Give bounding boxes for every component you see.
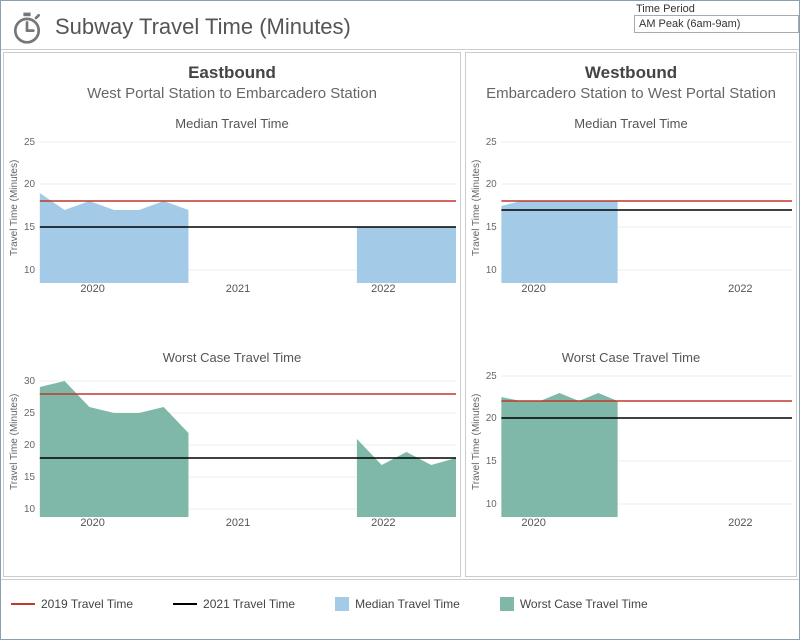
x-axis-ticks: 2020 2021 2022 — [20, 283, 456, 295]
svg-text:10: 10 — [24, 504, 35, 515]
panel-westbound: Westbound Embarcadero Station to West Po… — [465, 52, 797, 577]
time-period-filter: Time Period AM Peak (6am-9am) — [634, 3, 799, 33]
svg-text:15: 15 — [24, 222, 35, 233]
direction-label: Eastbound — [10, 63, 454, 83]
y-axis-label: Travel Time (Minutes) — [470, 367, 482, 517]
svg-text:30: 30 — [24, 376, 35, 387]
svg-text:25: 25 — [486, 371, 497, 382]
svg-text:10: 10 — [24, 265, 35, 276]
header: Subway Travel Time (Minutes) Time Period… — [1, 1, 799, 49]
panel-head-eastbound: Eastbound West Portal Station to Embarca… — [4, 53, 460, 108]
svg-text:15: 15 — [486, 222, 497, 233]
subplot-eastbound-worst: Worst Case Travel Time Travel Time (Minu… — [4, 342, 460, 576]
legend-item-median: Median Travel Time — [335, 597, 460, 611]
legend-item-worst: Worst Case Travel Time — [500, 597, 648, 611]
subplot-title: Median Travel Time — [470, 116, 792, 131]
svg-text:25: 25 — [24, 137, 35, 148]
x-axis-ticks: 2020 2021 2022 — [20, 517, 456, 529]
legend-item-2019: 2019 Travel Time — [11, 597, 133, 611]
svg-text:15: 15 — [486, 456, 497, 467]
direction-label: Westbound — [472, 63, 790, 83]
subplot-westbound-worst: Worst Case Travel Time Travel Time (Minu… — [466, 342, 796, 576]
route-label: Embarcadero Station to West Portal Stati… — [472, 85, 790, 102]
y-axis-label: Travel Time (Minutes) — [8, 367, 20, 517]
subplot-title: Median Travel Time — [8, 116, 456, 131]
x-axis-ticks: 2020 2022 — [482, 517, 792, 529]
legend: 2019 Travel Time 2021 Travel Time Median… — [1, 579, 799, 621]
stopwatch-icon — [9, 9, 45, 45]
subplot-eastbound-median: Median Travel Time Travel Time (Minutes)… — [4, 108, 460, 342]
y-axis-label: Travel Time (Minutes) — [470, 133, 482, 283]
svg-text:10: 10 — [486, 499, 497, 510]
svg-text:20: 20 — [486, 413, 497, 424]
svg-text:10: 10 — [486, 265, 497, 276]
page-title: Subway Travel Time (Minutes) — [55, 14, 351, 40]
x-axis-ticks: 2020 2022 — [482, 283, 792, 295]
legend-item-2021: 2021 Travel Time — [173, 597, 295, 611]
svg-text:20: 20 — [486, 179, 497, 190]
panels-row: Eastbound West Portal Station to Embarca… — [1, 49, 799, 579]
svg-text:25: 25 — [486, 137, 497, 148]
chart-westbound-median: 10 15 20 25 — [482, 133, 792, 283]
subplot-westbound-median: Median Travel Time Travel Time (Minutes)… — [466, 108, 796, 342]
swatch-blue — [335, 597, 349, 611]
time-period-select[interactable]: AM Peak (6am-9am) — [634, 15, 799, 33]
chart-eastbound-median: 10 15 20 25 — [20, 133, 456, 283]
swatch-green — [500, 597, 514, 611]
panel-head-westbound: Westbound Embarcadero Station to West Po… — [466, 53, 796, 108]
subplot-title: Worst Case Travel Time — [8, 350, 456, 365]
subplot-title: Worst Case Travel Time — [470, 350, 792, 365]
time-period-label: Time Period — [634, 3, 799, 15]
route-label: West Portal Station to Embarcadero Stati… — [10, 85, 454, 102]
y-axis-label: Travel Time (Minutes) — [8, 133, 20, 283]
svg-text:20: 20 — [24, 179, 35, 190]
svg-text:20: 20 — [24, 440, 35, 451]
line-swatch-red — [11, 603, 35, 605]
line-swatch-black — [173, 603, 197, 605]
panel-eastbound: Eastbound West Portal Station to Embarca… — [3, 52, 461, 577]
svg-text:25: 25 — [24, 408, 35, 419]
svg-text:15: 15 — [24, 472, 35, 483]
chart-westbound-worst: 10 15 20 25 — [482, 367, 792, 517]
chart-eastbound-worst: 10 15 20 25 30 — [20, 367, 456, 517]
